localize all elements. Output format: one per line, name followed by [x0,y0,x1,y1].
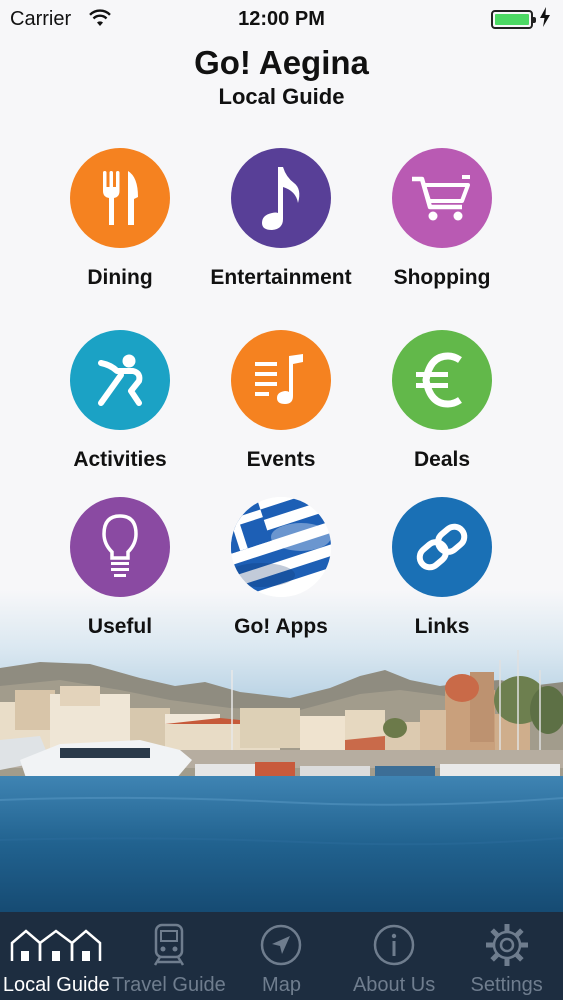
tab-settings-label: Settings [470,974,543,996]
clock: 12:00 PM [238,8,325,30]
tab-travel-guide-label: Travel Guide [112,974,226,996]
tab-about-us[interactable]: About Us [338,912,451,1000]
tab-bar: Local Guide Travel Guide Map About Us Se… [0,912,563,1000]
shopping-label: Shopping [393,266,491,289]
battery-icon [491,10,536,29]
music-list-icon [231,330,331,430]
tab-map-label: Map [262,974,301,996]
greek-flag-icon [231,497,331,597]
music-note-icon [231,148,331,248]
info-icon [338,922,451,968]
fork-knife-icon [70,148,170,248]
app-title: Go! Aegina [194,44,369,81]
gear-icon [450,922,563,968]
tab-local-guide-label: Local Guide [2,974,110,996]
lightbulb-icon [70,497,170,597]
train-icon [113,922,226,968]
shopping-button[interactable]: Shopping [357,148,527,308]
tab-map[interactable]: Map [225,912,338,1000]
navigation-arrow-icon [225,922,338,968]
chain-link-icon [392,497,492,597]
stretching-person-icon [70,330,170,430]
houses-icon [0,922,113,968]
charging-bolt-icon [539,7,551,33]
app-subtitle: Local Guide [218,84,345,109]
tab-about-us-label: About Us [352,974,436,996]
tab-local-guide[interactable]: Local Guide [0,912,113,1000]
euro-icon [392,330,492,430]
tab-settings[interactable]: Settings [450,912,563,1000]
deals-label: Deals [413,448,471,471]
links-button[interactable]: Links [357,497,527,657]
deals-button[interactable]: Deals [357,330,527,490]
links-label: Links [414,615,470,638]
tab-travel-guide[interactable]: Travel Guide [112,912,226,1000]
status-bar: Carrier 12:00 PM [0,0,563,40]
shopping-cart-icon [392,148,492,248]
